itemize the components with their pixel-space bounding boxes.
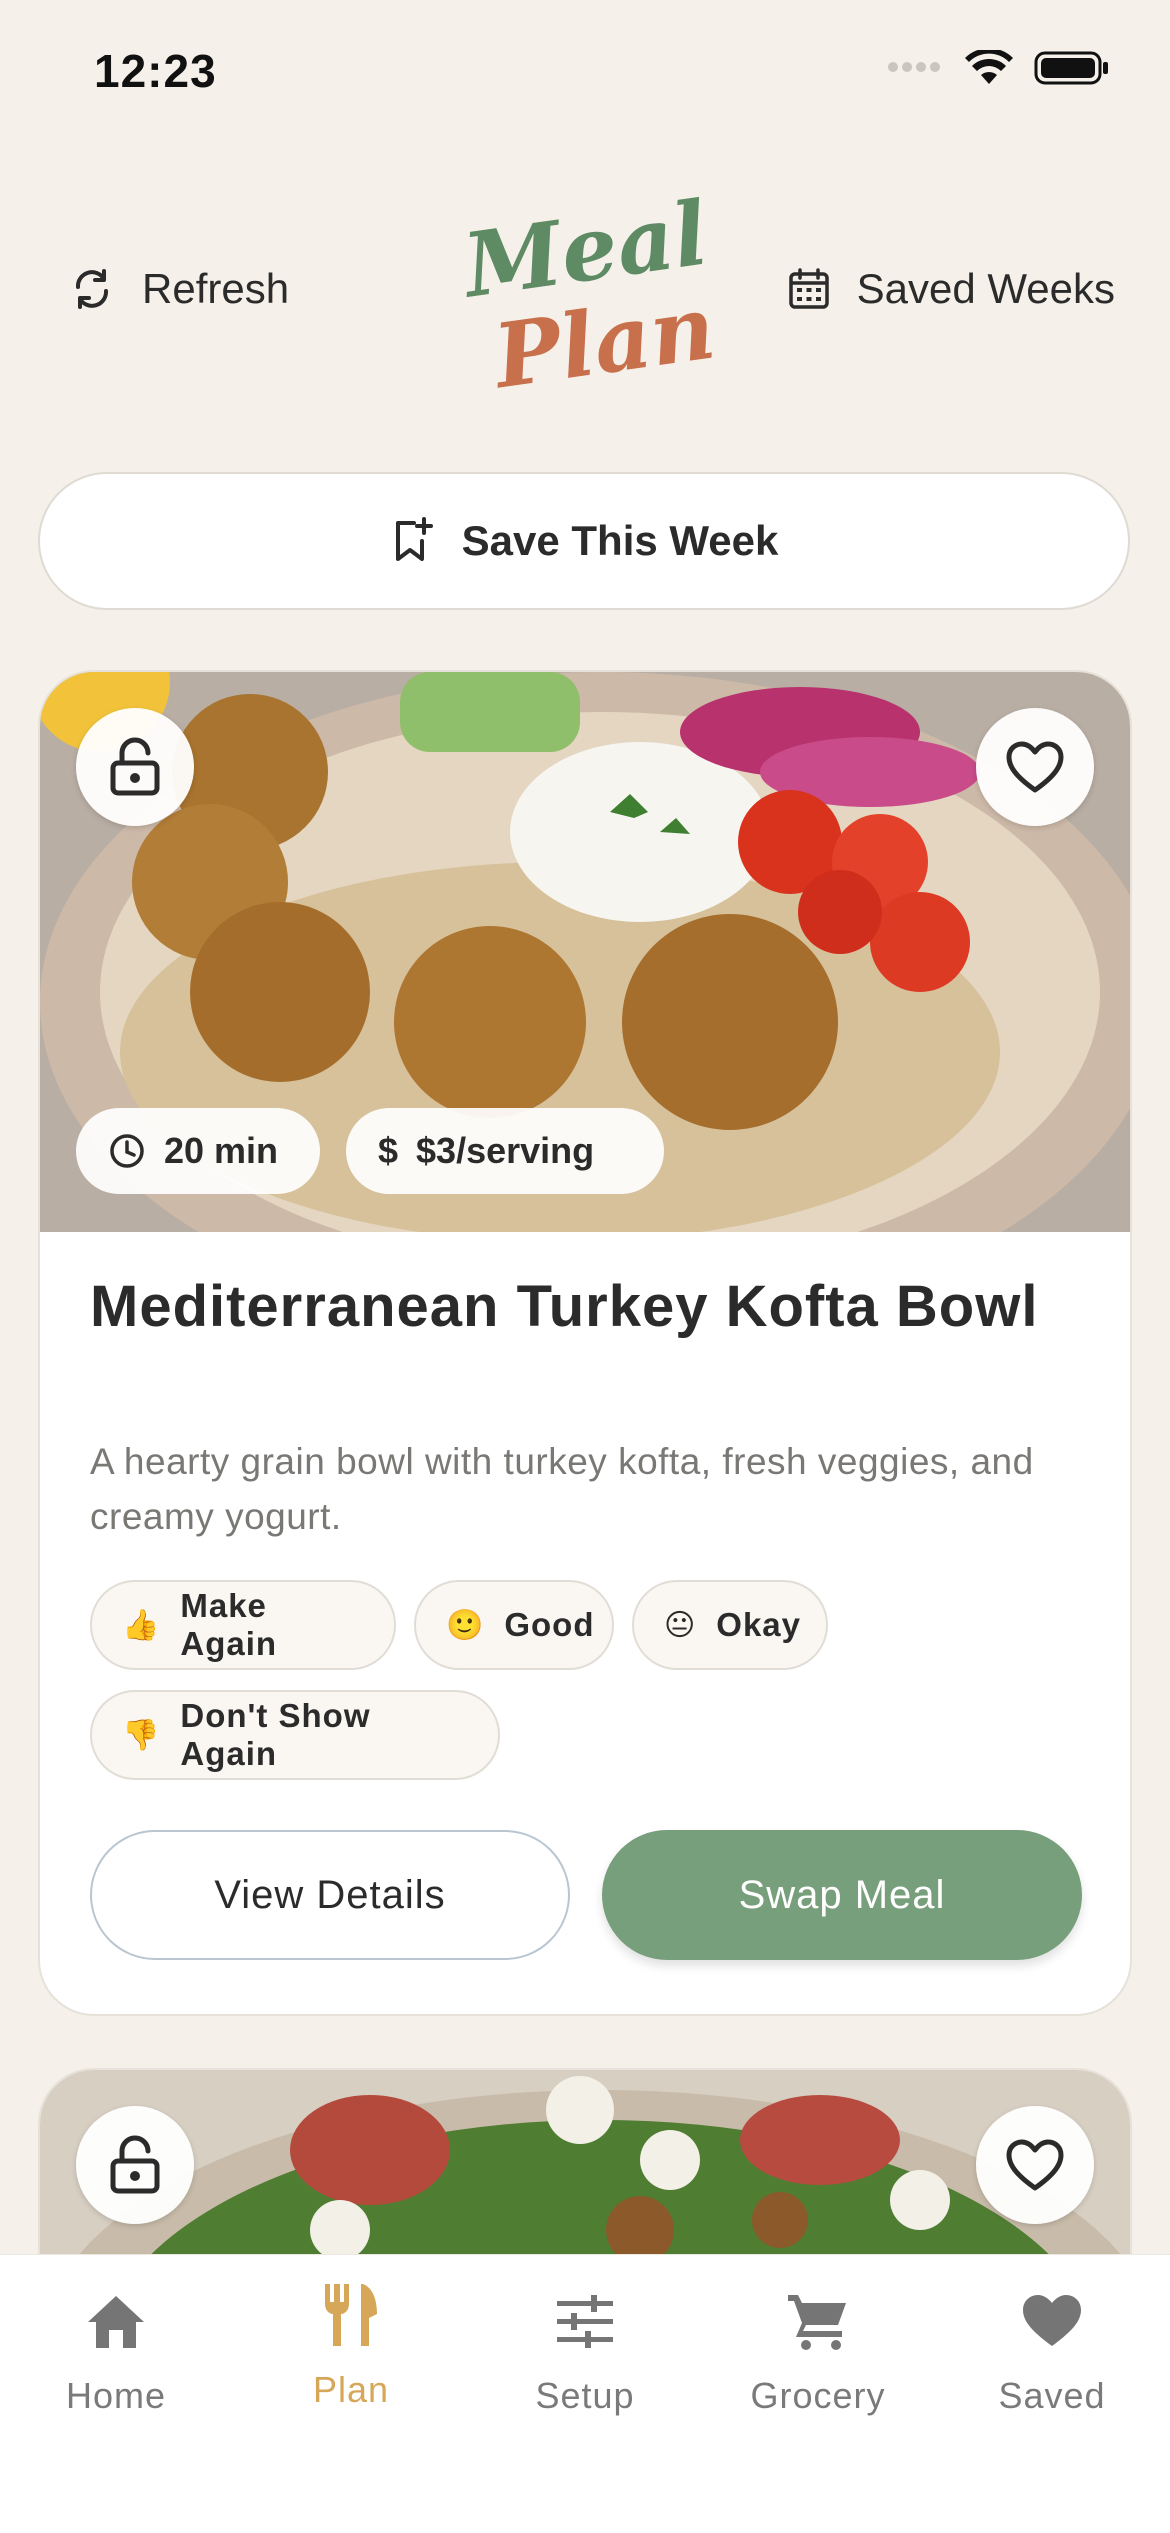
rating-label: Don't Show Again (180, 1697, 371, 1772)
rating-good-button[interactable]: 🙂 Good (414, 1580, 614, 1670)
status-bar: 12:23 (0, 0, 1170, 150)
tab-saved-label: Saved (998, 2375, 1106, 2416)
wifi-icon (965, 50, 1013, 84)
dollar-icon: $ (378, 1130, 399, 1171)
rating-make-again-button[interactable]: 👍 Make Again (90, 1580, 396, 1670)
smile-icon: 🙂 (446, 1608, 485, 1642)
lock-button[interactable] (76, 708, 194, 826)
save-this-week-label: Save This Week (461, 517, 779, 564)
clock-icon (110, 1134, 144, 1168)
rating-label: Good (504, 1606, 595, 1643)
calendar-icon (788, 268, 829, 309)
battery-icon (1034, 51, 1108, 85)
top-navigation: Refresh Meal Plan Saved Weeks (0, 160, 1170, 420)
neutral-face-icon: 😐 (664, 1608, 697, 1642)
rating-label: Okay (716, 1606, 802, 1643)
time-value: 20 min (164, 1130, 279, 1171)
rating-dont-show-again-button[interactable]: 👎 Don't Show Again (90, 1690, 500, 1780)
saved-weeks-button[interactable]: Saved Weeks (787, 265, 1115, 313)
refresh-icon (76, 269, 108, 309)
cost-value: $3/serving (416, 1130, 595, 1171)
tab-plan-label: Plan (312, 2369, 390, 2410)
tab-plan[interactable]: Plan (251, 2279, 451, 2411)
home-icon (88, 2296, 144, 2348)
heart-outline-icon (1006, 2139, 1064, 2191)
save-this-week-button[interactable]: Save This Week (38, 472, 1130, 610)
lock-button-2[interactable] (76, 2106, 194, 2224)
view-details-button[interactable]: View Details (90, 1830, 570, 1960)
sliders-icon (557, 2295, 613, 2348)
meal-description: A hearty grain bowl with turkey kofta, f… (90, 1441, 1034, 1537)
favorite-button-2[interactable] (976, 2106, 1094, 2224)
meal-title: Mediterranean Turkey Kofta Bowl (90, 1274, 1039, 1339)
tab-saved[interactable]: Saved (952, 2285, 1152, 2417)
meal-card: 20 min $ $3/serving Mediterranean Turkey… (38, 670, 1132, 2016)
tab-home-label: Home (65, 2375, 167, 2416)
heart-outline-icon (1006, 741, 1064, 793)
heart-icon (1023, 2295, 1081, 2346)
status-time: 12:23 (94, 45, 217, 97)
tab-setup[interactable]: Setup (485, 2285, 685, 2417)
bookmark-add-icon (395, 517, 433, 561)
unlock-icon (110, 737, 160, 796)
thumbs-up-icon: 👍 (122, 1608, 161, 1642)
tab-setup-label: Setup (535, 2375, 635, 2416)
refresh-label: Refresh (142, 265, 290, 312)
fork-knife-icon (325, 2284, 377, 2346)
saved-weeks-label: Saved Weeks (856, 265, 1115, 312)
thumbs-down-icon: 👎 (122, 1718, 161, 1752)
swap-meal-button[interactable]: Swap Meal (602, 1830, 1082, 1960)
rating-okay-button[interactable]: 😐 Okay (632, 1580, 828, 1670)
bottom-tab-bar: Home Plan Setup Grocery Saved (0, 2254, 1170, 2533)
tab-grocery-label: Grocery (750, 2375, 886, 2416)
unlock-icon (110, 2135, 160, 2194)
cost-badge: $ $3/serving (346, 1108, 664, 1194)
rating-label: Make Again (180, 1587, 278, 1662)
refresh-button[interactable]: Refresh (68, 265, 289, 313)
tab-home[interactable]: Home (16, 2285, 216, 2417)
signal-icon (888, 59, 944, 77)
favorite-button[interactable] (976, 708, 1094, 826)
tab-grocery[interactable]: Grocery (718, 2285, 918, 2417)
meal-plan-logo: Meal Plan (458, 181, 718, 409)
time-badge: 20 min (76, 1108, 320, 1194)
status-icons (888, 50, 1110, 86)
cart-icon (788, 2295, 846, 2350)
